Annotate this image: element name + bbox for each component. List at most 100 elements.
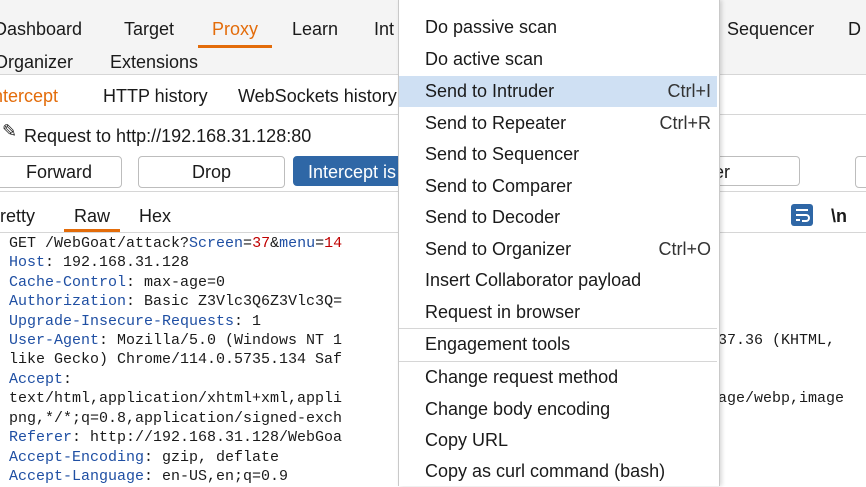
menu-item-label: Send to Decoder [425, 207, 561, 227]
tab-decoder[interactable]: D [848, 17, 861, 41]
header-line: Referer: http://192.168.31.128/WebGoa [9, 428, 342, 447]
menu-item-label: Send to Organizer [425, 239, 572, 259]
tab-organizer[interactable]: Organizer [0, 50, 73, 74]
header-line: Accept-Encoding: gzip, deflate [9, 448, 279, 467]
drop-button[interactable]: Drop [138, 156, 285, 188]
header-line: Upgrade-Insecure-Requests: 1 [9, 312, 261, 331]
header-value: : http://192.168.31.128/WebGoa [72, 429, 343, 446]
request-method-path: GET /WebGoat/attack? [9, 235, 190, 252]
menu-item-label: Insert Collaborator payload [425, 270, 642, 290]
header-name: Accept [9, 371, 64, 388]
tab-http-history[interactable]: HTTP history [103, 84, 208, 108]
header-name: Upgrade-Insecure-Requests [9, 313, 235, 330]
header-value: : Mozilla/5.0 (Windows NT 1 [99, 332, 343, 349]
header-value: : 1 [234, 313, 262, 330]
newline-toggle[interactable]: \n [831, 204, 847, 228]
menu-item-copy-url[interactable]: Copy URL [399, 425, 717, 456]
menu-item-shortcut: Ctrl+I [667, 81, 711, 101]
menu-item-label: Copy as curl command (bash) [425, 461, 666, 481]
menu-item-send-to-repeater[interactable]: Send to Repeater Ctrl+R [399, 108, 717, 139]
menu-item-label: Send to Sequencer [425, 144, 580, 164]
tab-raw[interactable]: Raw [74, 204, 110, 228]
param-equals: = [315, 235, 325, 252]
param-name: menu [279, 235, 316, 252]
header-value: : gzip, deflate [144, 449, 280, 466]
menu-item-shortcut: Ctrl+O [658, 239, 711, 259]
menu-item-copy-as-curl[interactable]: Copy as curl command (bash) [399, 456, 717, 487]
header-name: User-Agent [9, 332, 100, 349]
menu-item-change-body-encoding[interactable]: Change body encoding [399, 394, 717, 425]
menu-item-engagement-tools[interactable]: Engagement tools [399, 329, 717, 360]
param-value: 37 [252, 235, 271, 252]
header-line: Host: 192.168.31.128 [9, 253, 189, 272]
tab-learn[interactable]: Learn [292, 17, 338, 41]
header-value-wrapped: png,*/*;q=0.8,application/signed-exch [9, 410, 343, 427]
menu-item-do-active-scan[interactable]: Do active scan [399, 44, 717, 75]
menu-item-label: Do passive scan [425, 17, 558, 37]
menu-item-change-request-method[interactable]: Change request method [399, 362, 717, 393]
menu-item-label: Copy URL [425, 430, 509, 450]
raw-tab-underline [64, 229, 120, 232]
forward-button[interactable]: Forward [0, 156, 122, 188]
request-line: GET /WebGoat/attack?Screen=37&menu=14 [9, 234, 342, 253]
param-name: Screen [189, 235, 244, 252]
tab-hex[interactable]: Hex [139, 204, 171, 228]
tab-intruder[interactable]: Int [374, 17, 394, 41]
header-value-continued: age/webp,image [718, 390, 845, 407]
header-value-wrapped: text/html,application/xhtml+xml,appli [9, 390, 343, 407]
menu-item-label: Send to Repeater [425, 113, 567, 133]
header-line: Authorization: Basic Z3Vlc3Q6Z3Vlc3Q= [9, 292, 342, 311]
word-wrap-icon[interactable] [791, 204, 813, 226]
menu-item-request-in-browser[interactable]: Request in browser [399, 297, 717, 328]
header-name: Referer [9, 429, 73, 446]
menu-item-label: Engagement tools [425, 334, 571, 354]
header-line: Cache-Control: max-age=0 [9, 273, 225, 292]
header-value: : en-US,en;q=0.9 [144, 468, 289, 485]
header-name: Accept-Encoding [9, 449, 145, 466]
header-line: Accept: [9, 370, 72, 389]
param-equals: = [243, 235, 253, 252]
proxy-tab-underline [198, 45, 272, 48]
menu-item-label: Change body encoding [425, 399, 611, 419]
header-value-continued: 37.36 (KHTML, [718, 332, 836, 349]
menu-item-shortcut: Ctrl+R [659, 113, 711, 133]
header-colon: : [63, 371, 73, 388]
header-name: Accept-Language [9, 468, 145, 485]
header-value-wrapped: like Gecko) Chrome/114.0.5735.134 Saf [9, 351, 343, 368]
tab-sequencer[interactable]: Sequencer [727, 17, 814, 41]
intercept-toggle-button[interactable]: Intercept is [293, 156, 403, 186]
menu-item-insert-collaborator-payload[interactable]: Insert Collaborator payload [399, 265, 717, 296]
header-line: Accept-Language: en-US,en;q=0.9 [9, 467, 288, 486]
tab-dashboard[interactable]: Dashboard [0, 17, 82, 41]
menu-item-send-to-comparer[interactable]: Send to Comparer [399, 171, 717, 202]
menu-item-send-to-decoder[interactable]: Send to Decoder [399, 202, 717, 233]
header-value: : max-age=0 [126, 274, 226, 291]
menu-item-do-passive-scan[interactable]: Do passive scan [399, 12, 717, 43]
menu-item-send-to-sequencer[interactable]: Send to Sequencer [399, 139, 717, 170]
pencil-icon: ✎ [2, 121, 18, 141]
header-value: : 192.168.31.128 [45, 254, 190, 271]
tab-extensions[interactable]: Extensions [110, 50, 198, 74]
tab-websockets-history[interactable]: WebSockets history [238, 84, 397, 108]
tab-intercept[interactable]: Intercept [0, 84, 58, 108]
menu-item-label: Send to Intruder [425, 81, 555, 101]
header-name: Authorization [9, 293, 127, 310]
context-menu: Do passive scan Do active scan Send to I… [398, 0, 720, 486]
tab-pretty[interactable]: Pretty [0, 204, 35, 228]
request-target-label: Request to http://192.168.31.128:80 [24, 126, 312, 146]
header-line: User-Agent: Mozilla/5.0 (Windows NT 1 [9, 331, 342, 350]
menu-item-label: Send to Comparer [425, 176, 573, 196]
menu-item-label: Change request method [425, 367, 619, 387]
menu-item-send-to-organizer[interactable]: Send to Organizer Ctrl+O [399, 234, 717, 265]
header-value: : Basic Z3Vlc3Q6Z3Vlc3Q= [126, 293, 343, 310]
header-name: Host [9, 254, 46, 271]
param-separator: & [270, 235, 280, 252]
tab-target[interactable]: Target [124, 17, 174, 41]
menu-item-send-to-intruder[interactable]: Send to Intruder Ctrl+I [399, 76, 717, 107]
action-button[interactable] [855, 156, 866, 188]
menu-item-label: Request in browser [425, 302, 581, 322]
tab-proxy[interactable]: Proxy [212, 17, 258, 41]
header-name: Cache-Control [9, 274, 127, 291]
menu-item-label: Do active scan [425, 49, 544, 69]
param-value: 14 [324, 235, 343, 252]
